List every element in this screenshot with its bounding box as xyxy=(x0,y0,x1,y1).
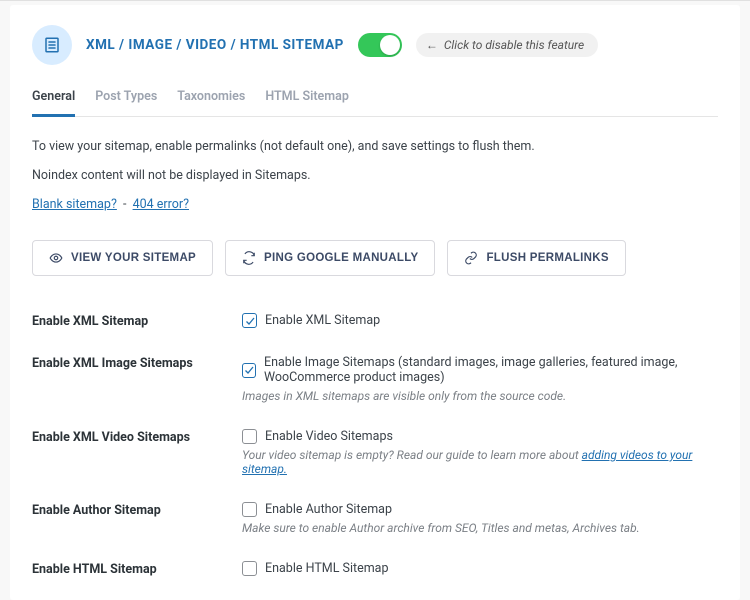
tab-taxonomies[interactable]: Taxonomies xyxy=(177,83,245,117)
tab-post-types[interactable]: Post Types xyxy=(95,83,157,117)
info-line-2: Noindex content will not be displayed in… xyxy=(32,168,718,183)
help-image-sitemap: Images in XML sitemaps are visible only … xyxy=(242,389,718,403)
ping-google-label: PING GOOGLE MANUALLY xyxy=(264,252,418,264)
help-author-sitemap: Make sure to enable Author archive from … xyxy=(242,521,718,535)
flush-permalinks-label: FLUSH PERMALINKS xyxy=(486,252,608,264)
checkbox-html-sitemap[interactable]: Enable HTML Sitemap xyxy=(242,561,718,576)
setting-image-sitemap: Enable XML Image Sitemaps Enable Image S… xyxy=(32,342,718,416)
setting-author-sitemap: Enable Author Sitemap Enable Author Site… xyxy=(32,489,718,548)
sitemap-settings-panel: XML / IMAGE / VIDEO / HTML SITEMAP ← Cli… xyxy=(10,5,740,600)
setting-xml-label: Enable XML Sitemap xyxy=(32,313,242,329)
links-separator: - xyxy=(123,197,126,212)
checkbox-xml-text: Enable XML Sitemap xyxy=(265,313,380,328)
feature-toggle[interactable] xyxy=(358,33,402,57)
checkbox-html-text: Enable HTML Sitemap xyxy=(265,561,389,576)
disable-hint-text: Click to disable this feature xyxy=(444,38,584,52)
link-icon xyxy=(464,251,478,265)
arrow-left-icon: ← xyxy=(426,38,438,52)
info-block: To view your sitemap, enable permalinks … xyxy=(32,117,718,218)
tabs: General Post Types Taxonomies HTML Sitem… xyxy=(32,83,718,117)
checkbox-author-text: Enable Author Sitemap xyxy=(265,502,392,517)
view-sitemap-button[interactable]: VIEW YOUR SITEMAP xyxy=(32,240,213,276)
tab-html-sitemap[interactable]: HTML Sitemap xyxy=(265,83,349,117)
checkbox-icon xyxy=(242,561,257,576)
checkbox-author-sitemap[interactable]: Enable Author Sitemap xyxy=(242,502,718,517)
disable-hint-pill: ← Click to disable this feature xyxy=(416,33,598,57)
eye-icon xyxy=(49,251,63,265)
checkbox-xml-sitemap[interactable]: Enable XML Sitemap xyxy=(242,313,718,328)
setting-image-label: Enable XML Image Sitemaps xyxy=(32,355,242,371)
setting-author-label: Enable Author Sitemap xyxy=(32,502,242,518)
checkbox-image-text: Enable Image Sitemaps (standard images, … xyxy=(264,355,718,385)
toggle-knob xyxy=(380,35,400,55)
view-sitemap-label: VIEW YOUR SITEMAP xyxy=(71,252,196,264)
setting-xml-sitemap: Enable XML Sitemap Enable XML Sitemap xyxy=(32,300,718,342)
link-404-error[interactable]: 404 error? xyxy=(133,197,189,212)
setting-video-sitemap: Enable XML Video Sitemaps Enable Video S… xyxy=(32,416,718,489)
setting-html-sitemap: Enable HTML Sitemap Enable HTML Sitemap xyxy=(32,548,718,590)
info-line-1: To view your sitemap, enable permalinks … xyxy=(32,139,718,154)
panel-header: XML / IMAGE / VIDEO / HTML SITEMAP ← Cli… xyxy=(32,25,718,65)
checkbox-icon xyxy=(242,502,257,517)
setting-video-label: Enable XML Video Sitemaps xyxy=(32,429,242,445)
link-blank-sitemap[interactable]: Blank sitemap? xyxy=(32,197,117,212)
checkbox-video-sitemap[interactable]: Enable Video Sitemaps xyxy=(242,429,718,444)
help-video-sitemap: Your video sitemap is empty? Read our gu… xyxy=(242,448,718,476)
checkbox-icon xyxy=(242,363,256,378)
refresh-icon xyxy=(242,251,256,265)
checkbox-icon xyxy=(242,313,257,328)
action-buttons: VIEW YOUR SITEMAP PING GOOGLE MANUALLY F… xyxy=(32,240,718,276)
checkbox-icon xyxy=(242,429,257,444)
tab-general[interactable]: General xyxy=(32,83,75,117)
checkbox-image-sitemap[interactable]: Enable Image Sitemaps (standard images, … xyxy=(242,355,718,385)
sitemap-icon xyxy=(32,25,72,65)
ping-google-button[interactable]: PING GOOGLE MANUALLY xyxy=(225,240,435,276)
setting-html-label: Enable HTML Sitemap xyxy=(32,561,242,577)
checkbox-video-text: Enable Video Sitemaps xyxy=(265,429,393,444)
flush-permalinks-button[interactable]: FLUSH PERMALINKS xyxy=(447,240,625,276)
help-links-row: Blank sitemap? - 404 error? xyxy=(32,197,718,212)
panel-title: XML / IMAGE / VIDEO / HTML SITEMAP xyxy=(86,37,344,53)
